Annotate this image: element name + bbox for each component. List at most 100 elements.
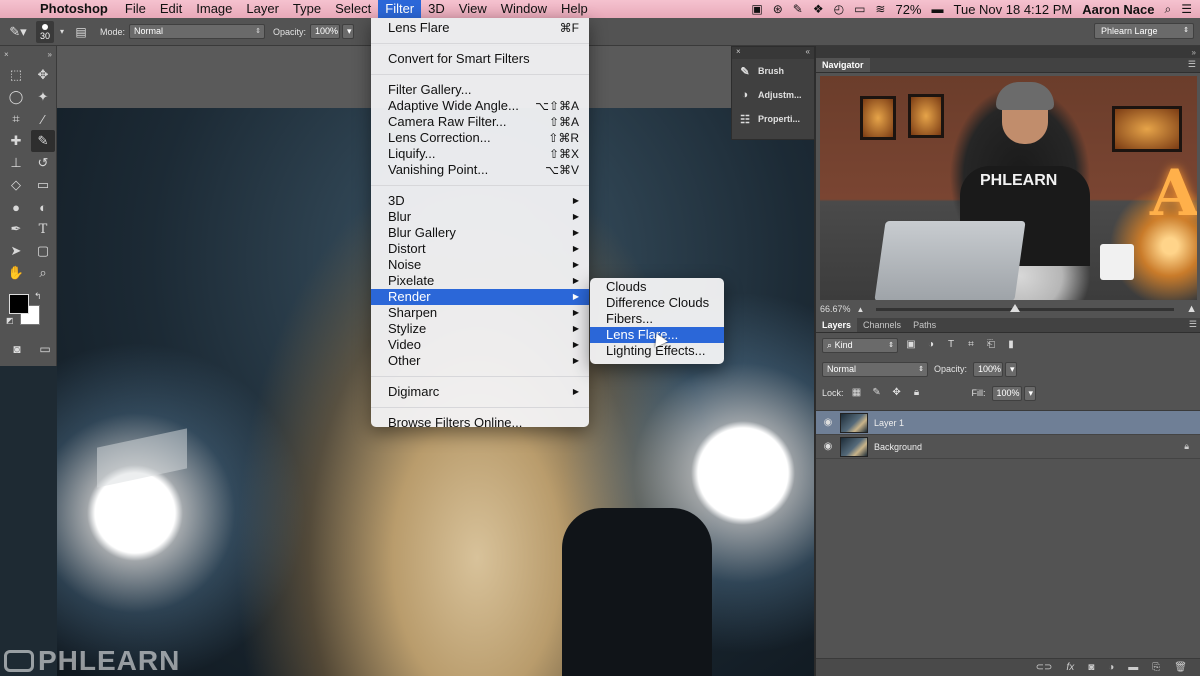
dock-header[interactable]: »: [816, 46, 1200, 58]
swap-colors-icon[interactable]: ↰: [34, 291, 42, 302]
layer-name[interactable]: Background: [874, 442, 922, 452]
opacity-dropdown-icon[interactable]: ▾: [342, 24, 355, 39]
menu-image[interactable]: Image: [189, 0, 239, 18]
menu-item-fibers[interactable]: Fibers...: [590, 311, 724, 327]
workspace-switcher[interactable]: Phlearn Large ⇕: [1094, 23, 1194, 39]
layer-row[interactable]: ◉ Background 🔒︎: [816, 435, 1200, 459]
evernote-icon[interactable]: ✎: [793, 2, 803, 16]
zoom-tool-icon[interactable]: ⌕: [31, 262, 55, 284]
quick-mask-icon[interactable]: ◙: [6, 338, 28, 360]
visibility-eye-icon[interactable]: ◉: [816, 441, 840, 452]
brush-panel-toggle-icon[interactable]: ▤: [70, 22, 92, 42]
menu-item-vanishing-point[interactable]: Vanishing Point... ⌥⌘V: [371, 162, 589, 178]
menu-window[interactable]: Window: [494, 0, 554, 18]
foreground-color-swatch[interactable]: [9, 294, 29, 314]
type-tool-icon[interactable]: T: [31, 218, 55, 240]
user-name[interactable]: Aaron Nace: [1082, 2, 1154, 17]
eraser-tool-icon[interactable]: ◇: [4, 174, 28, 196]
menu-view[interactable]: View: [452, 0, 494, 18]
brush-picker-dropdown-icon[interactable]: ▾: [54, 22, 70, 42]
panel-menu-icon[interactable]: ☰: [1189, 319, 1197, 330]
layer-thumbnail[interactable]: [840, 436, 868, 457]
menu-item-pixelate[interactable]: Pixelate ▶: [371, 273, 589, 289]
filter-smart-object-icon[interactable]: ⎗: [984, 338, 998, 352]
gradient-tool-icon[interactable]: ▭: [31, 174, 55, 196]
airplay-icon[interactable]: ▭: [854, 2, 865, 16]
tools-panel-header[interactable]: ×»: [0, 46, 56, 62]
blend-mode-select[interactable]: Normal ⇕: [822, 361, 928, 377]
menu-item-other[interactable]: Other ▶: [371, 353, 589, 369]
layer-name[interactable]: Layer 1: [874, 418, 904, 428]
zoom-value[interactable]: 66.67%: [820, 304, 851, 314]
menu-item-last-filter[interactable]: Lens Flare ⌘F: [371, 20, 589, 36]
menu-type[interactable]: Type: [286, 0, 328, 18]
menu-item-blur-gallery[interactable]: Blur Gallery ▶: [371, 225, 589, 241]
menu-item-adaptive-wide-angle[interactable]: Adaptive Wide Angle... ⌥⇧⌘A: [371, 98, 589, 114]
filter-adjustment-icon[interactable]: ◑: [924, 338, 938, 352]
path-selection-tool-icon[interactable]: ➤: [4, 240, 28, 262]
lock-pixels-icon[interactable]: ✎: [870, 386, 884, 400]
visibility-eye-icon[interactable]: ◉: [816, 417, 840, 428]
menu-item-liquify[interactable]: Liquify... ⇧⌘X: [371, 146, 589, 162]
tab-layers[interactable]: Layers: [816, 318, 858, 332]
menu-file[interactable]: File: [118, 0, 153, 18]
new-group-icon[interactable]: ▬: [1128, 662, 1138, 673]
brush-tool-preset-icon[interactable]: ✎▾: [0, 22, 36, 42]
collapse-icon[interactable]: »: [48, 50, 52, 59]
screen-mode-icon[interactable]: ▭: [34, 338, 56, 360]
healing-brush-tool-icon[interactable]: ✚: [4, 130, 28, 152]
menu-item-stylize[interactable]: Stylize ▶: [371, 321, 589, 337]
clone-stamp-tool-icon[interactable]: ⊥: [4, 152, 28, 174]
menu-help[interactable]: Help: [554, 0, 595, 18]
zoom-in-icon[interactable]: ▲: [1186, 303, 1197, 315]
menu-item-filter-gallery[interactable]: Filter Gallery...: [371, 82, 589, 98]
filter-pixel-icon[interactable]: ▣: [904, 338, 918, 352]
close-icon[interactable]: ×: [4, 50, 9, 59]
notification-center-icon[interactable]: ☰: [1181, 2, 1192, 16]
pen-tool-icon[interactable]: ✒: [4, 218, 28, 240]
crop-tool-icon[interactable]: ⌗: [4, 108, 28, 130]
layer-lock-icon[interactable]: 🔒︎: [1184, 441, 1189, 452]
close-icon[interactable]: ×: [736, 47, 741, 59]
layer-opacity-field[interactable]: 100%: [973, 361, 1004, 377]
menu-item-digimarc[interactable]: Digimarc ▶: [371, 384, 589, 400]
menu-item-browse-filters-online[interactable]: Browse Filters Online...: [371, 415, 589, 431]
tab-paths[interactable]: Paths: [907, 318, 942, 332]
lock-transparency-icon[interactable]: ▦: [850, 386, 864, 400]
menu-item-blur[interactable]: Blur ▶: [371, 209, 589, 225]
magic-wand-tool-icon[interactable]: ✦: [31, 86, 55, 108]
eyedropper-tool-icon[interactable]: ⁄: [31, 108, 55, 130]
move-tool-icon[interactable]: ✥: [31, 64, 55, 86]
menu-select[interactable]: Select: [328, 0, 378, 18]
layer-kind-filter[interactable]: ⌕ Kind ⇕: [822, 337, 898, 353]
layer-opacity-dropdown-icon[interactable]: ▾: [1005, 361, 1018, 377]
panel-menu-icon[interactable]: ☰: [1188, 59, 1196, 70]
lock-all-icon[interactable]: 🔒︎: [910, 386, 924, 400]
navigator-preview[interactable]: PHLEARN A: [820, 76, 1197, 300]
marquee-tool-icon[interactable]: ⬚: [4, 64, 28, 86]
panel-properties[interactable]: ☷ Properti...: [732, 107, 814, 131]
zoom-slider-knob[interactable]: [1010, 303, 1021, 312]
layer-row[interactable]: ◉ Layer 1: [816, 411, 1200, 435]
zoom-slider[interactable]: [876, 303, 1175, 312]
tab-channels[interactable]: Channels: [857, 318, 907, 332]
menu-layer[interactable]: Layer: [239, 0, 286, 18]
filter-toggle-icon[interactable]: ▮: [1004, 338, 1018, 352]
wifi-icon[interactable]: ≋: [875, 2, 885, 16]
app-menu[interactable]: Photoshop: [34, 0, 118, 18]
expand-icon[interactable]: «: [806, 47, 810, 59]
opacity-field[interactable]: 100%: [310, 24, 341, 39]
layer-thumbnail[interactable]: [840, 412, 868, 433]
zoom-out-icon[interactable]: ▲: [857, 305, 865, 314]
battery-percent[interactable]: 72%: [895, 2, 921, 17]
lock-position-icon[interactable]: ✥: [890, 386, 904, 400]
add-mask-icon[interactable]: ◙: [1088, 662, 1094, 673]
rectangle-tool-icon[interactable]: ▢: [31, 240, 55, 262]
menu-filter[interactable]: Filter: [378, 0, 422, 18]
battery-icon[interactable]: ▬: [932, 2, 944, 16]
menu-item-sharpen[interactable]: Sharpen ▶: [371, 305, 589, 321]
history-brush-tool-icon[interactable]: ↺: [31, 152, 55, 174]
camera-icon[interactable]: ▣: [751, 2, 762, 16]
dodge-tool-icon[interactable]: ◐: [31, 196, 55, 218]
link-layers-icon[interactable]: ⊂⊃: [1036, 662, 1053, 673]
